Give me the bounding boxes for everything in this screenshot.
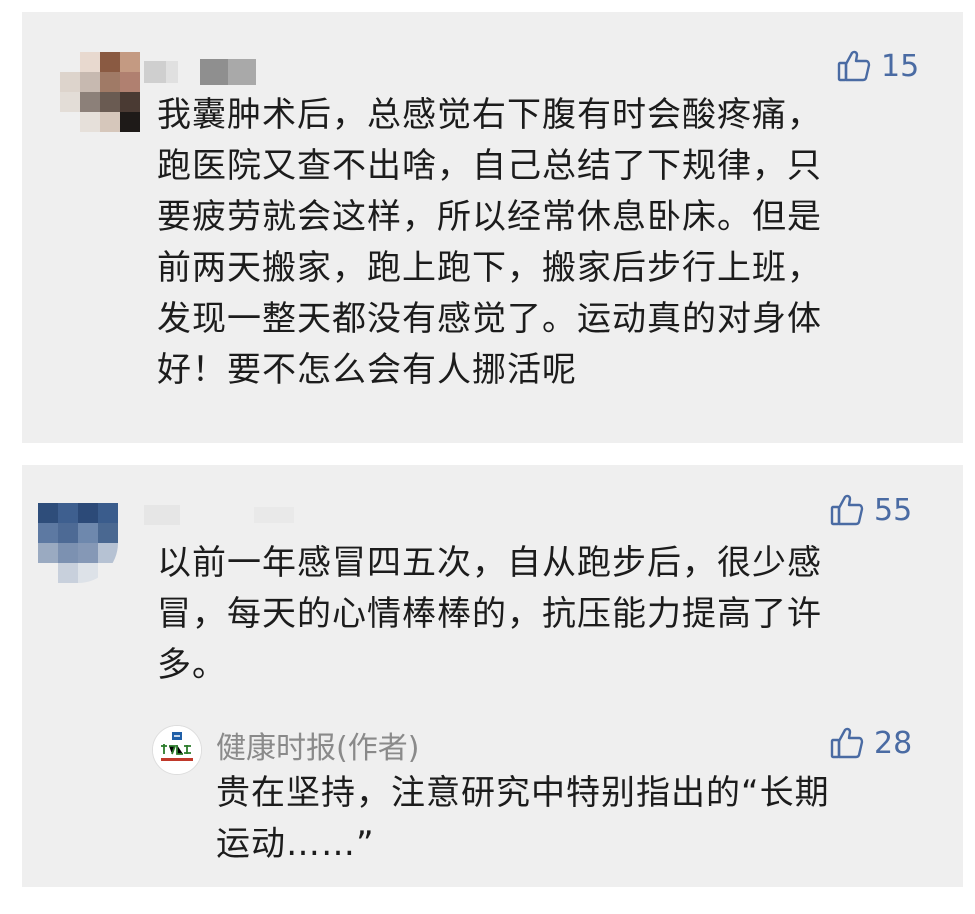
comment-card-2: 55 以前一年感冒四五次，自从跑步后，很少感 冒，每天的心情棒棒的，抗压能力提高… [22,465,963,887]
reply-line: 贵在坚持，注意研究中特别指出的“长期 [216,773,830,813]
reply-line: 运动……” [216,824,375,864]
like-count: 28 [874,725,913,761]
thumbs-up-icon [830,494,864,526]
comment-line: 前两天搬家，跑上跑下，搬家后步行上班， [157,248,822,288]
reply-text: 贵在坚持，注意研究中特别指出的“长期 运动……” [216,768,830,870]
thumbs-up-icon [837,50,871,82]
reply-author-name[interactable]: 健康时报(作者) [216,723,419,767]
comment-text: 以前一年感冒四五次，自从跑步后，很少感 冒，每天的心情棒棒的，抗压能力提高了许 … [157,538,822,691]
avatar[interactable] [38,503,118,583]
comment-line: 要疲劳就会这样，所以经常休息卧床。但是 [157,197,822,237]
reply-like-button[interactable]: 28 [830,723,912,763]
comment-line: 发现一整天都没有感觉了。运动真的对身体 [157,299,822,339]
comment-line: 冒，每天的心情棒棒的，抗压能力提高了许 [157,594,822,634]
comment-line: 以前一年感冒四五次，自从跑步后，很少感 [157,543,822,583]
health-times-logo-icon[interactable] [152,725,202,775]
like-count: 15 [881,48,920,84]
thumbs-up-icon [830,727,864,759]
comment-text: 我囊肿术后，总感觉右下腹有时会酸疼痛， 跑医院又查不出啥，自己总结了下规律，只 … [157,90,822,396]
comment-line: 我囊肿术后，总感觉右下腹有时会酸疼痛， [157,95,822,135]
username-blurred[interactable] [144,57,264,91]
comment-line: 跑医院又查不出啥，自己总结了下规律，只 [157,146,822,186]
comment-line: 好！要不怎么会有人挪活呢 [157,350,577,390]
like-button[interactable]: 15 [837,46,919,86]
username-blurred[interactable] [144,501,304,531]
comment-line: 多。 [157,645,227,685]
like-count: 55 [874,492,913,528]
avatar[interactable] [60,52,140,132]
like-button[interactable]: 55 [830,490,912,530]
comment-card-1: 15 我囊肿术后，总感觉右下腹有时会酸疼痛， 跑医院又查不出啥，自己总结了下规律… [22,12,963,443]
